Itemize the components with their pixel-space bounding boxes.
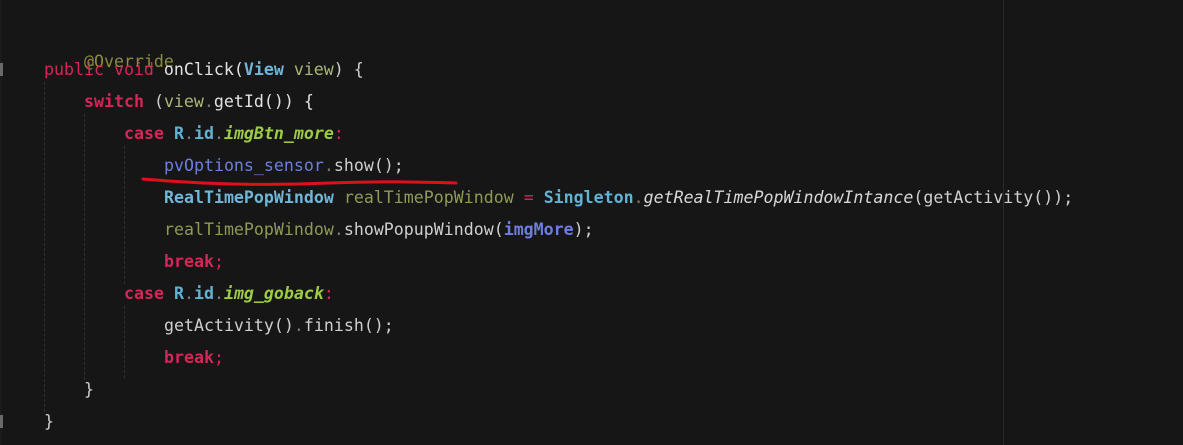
code-editor[interactable]: @Override public void onClick(View view)…: [0, 0, 1183, 445]
red-underline-annotation: [141, 177, 458, 186]
